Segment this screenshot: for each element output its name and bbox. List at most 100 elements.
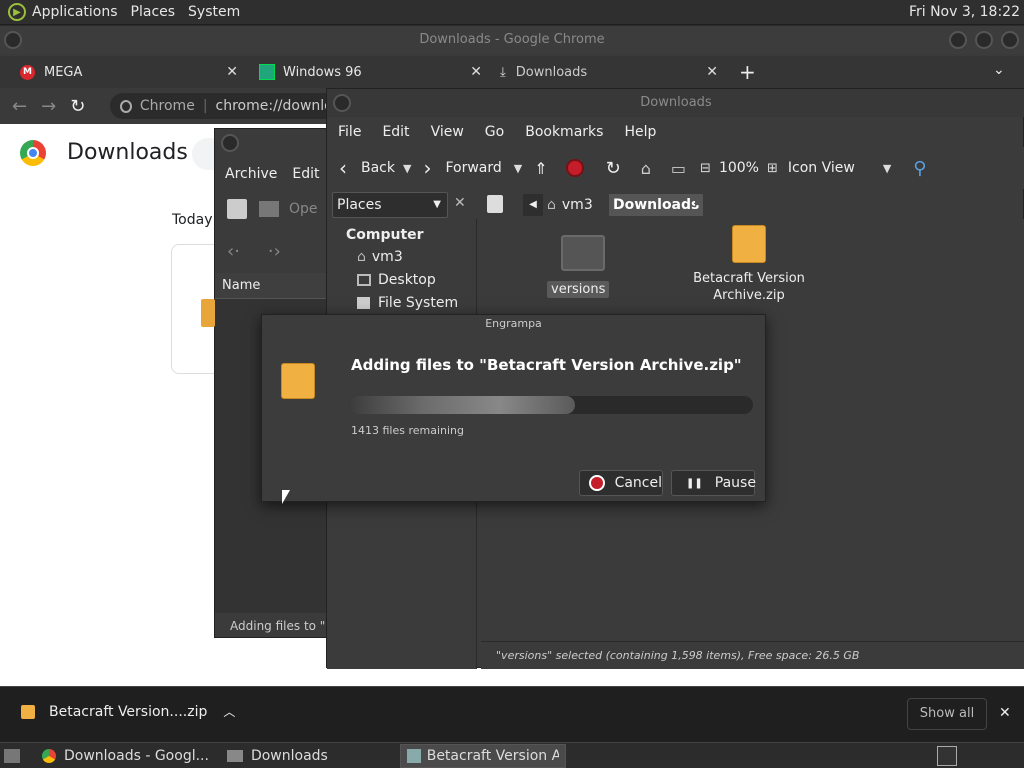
tab-downloads[interactable]: ⤓ Downloads ✕	[490, 56, 726, 88]
download-icon: ⤓	[500, 64, 506, 80]
stop-icon	[589, 475, 605, 491]
forward-history-icon[interactable]: ▼	[514, 162, 522, 175]
edit-location-icon[interactable]	[487, 195, 503, 213]
desktop-icon	[357, 274, 371, 286]
chevron-up-icon[interactable]: ︿	[223, 703, 235, 720]
breadcrumb-right-icon[interactable]: ▶	[695, 197, 703, 208]
tab-windows96[interactable]: Windows 96 ✕	[246, 56, 490, 88]
open-archive-icon[interactable]	[259, 201, 279, 217]
archive-icon	[21, 704, 35, 719]
menu-help[interactable]: Help	[624, 124, 656, 140]
back-icon[interactable]: ←	[12, 96, 27, 117]
minimize-icon[interactable]	[949, 31, 967, 49]
breadcrumb-downloads[interactable]: Downloads	[609, 194, 704, 216]
home-icon[interactable]: ⌂	[641, 159, 651, 178]
reload-icon[interactable]: ↻	[606, 158, 621, 179]
window-menu-icon[interactable]	[4, 31, 22, 49]
sidebar-item-vm3[interactable]: ⌂ vm3	[357, 249, 403, 265]
stop-icon[interactable]	[565, 159, 584, 177]
open-label[interactable]: Ope	[289, 201, 318, 217]
chevron-down-icon: ▼	[433, 199, 441, 210]
pause-icon: ❚❚	[686, 477, 703, 489]
menu-logo-icon[interactable]: ▶	[8, 3, 26, 21]
item-label: versions	[547, 281, 610, 298]
close-tab-icon[interactable]: ✕	[706, 64, 718, 80]
omnibox-separator: |	[202, 98, 208, 114]
pause-button[interactable]: ❚❚ Pause	[671, 470, 756, 496]
item-label: Betacraft Version Archive.zip	[693, 271, 805, 303]
zoom-level[interactable]: 100%	[719, 160, 759, 176]
forward-icon[interactable]: ›	[423, 156, 431, 180]
menu-edit[interactable]: Edit	[292, 166, 319, 182]
tab-mega[interactable]: M MEGA ✕	[0, 56, 246, 88]
back-icon[interactable]: ‹·	[227, 241, 240, 262]
reload-icon[interactable]: ↻	[70, 96, 85, 117]
task-label: Downloads	[250, 747, 328, 764]
menu-bookmarks[interactable]: Bookmarks	[525, 124, 603, 140]
home-icon: ⌂	[547, 197, 556, 213]
download-item[interactable]: Betacraft Version....zip ︿	[12, 703, 235, 720]
close-shelf-icon[interactable]: ✕	[999, 705, 1011, 721]
caja-menubar: File Edit View Go Bookmarks Help	[327, 119, 1024, 145]
menu-go[interactable]: Go	[485, 124, 504, 140]
file-item-zip[interactable]: Betacraft Version Archive.zip	[691, 225, 807, 315]
new-tab-icon[interactable]: +	[739, 60, 756, 84]
menu-archive[interactable]: Archive	[225, 166, 277, 182]
cancel-button[interactable]: Cancel	[579, 470, 663, 496]
menu-view[interactable]: View	[431, 124, 464, 140]
zoom-out-icon[interactable]: ⊟	[700, 161, 711, 176]
caja-status: "versions" selected (containing 1,598 it…	[481, 641, 1024, 669]
forward-button[interactable]: Forward	[445, 160, 501, 176]
new-archive-icon[interactable]	[227, 199, 247, 219]
chrome-logo-icon	[20, 140, 46, 166]
drive-icon	[357, 297, 370, 309]
breadcrumb-left-icon[interactable]: ◀	[523, 194, 543, 216]
workspace-switcher[interactable]	[937, 746, 957, 766]
places-dropdown[interactable]: Places ▼	[332, 192, 448, 218]
back-icon[interactable]: ‹	[339, 156, 347, 180]
up-icon[interactable]: ⇑	[534, 159, 547, 178]
menu-edit[interactable]: Edit	[382, 124, 409, 140]
close-tab-icon[interactable]: ✕	[470, 64, 482, 80]
pause-label: Pause	[714, 475, 756, 491]
folder-item-versions[interactable]: versions	[541, 229, 627, 309]
forward-icon[interactable]: →	[41, 96, 56, 117]
archive-manager-icon	[406, 748, 421, 763]
sidebar-item-desktop[interactable]: Desktop	[357, 272, 436, 288]
view-selector[interactable]: Icon View	[788, 160, 855, 176]
view-dropdown-icon[interactable]: ▼	[883, 162, 891, 175]
places-menu[interactable]: Places	[131, 4, 176, 20]
window-menu-icon[interactable]	[333, 94, 351, 112]
close-icon[interactable]	[1001, 31, 1019, 49]
window-menu-icon[interactable]	[221, 134, 239, 152]
sidebar-item-label: vm3	[371, 249, 403, 265]
close-sidebar-icon[interactable]: ✕	[454, 195, 466, 211]
applications-menu[interactable]: Applications	[32, 4, 118, 20]
home-folder-icon: ⌂	[357, 249, 366, 265]
close-tab-icon[interactable]: ✕	[226, 64, 238, 80]
windows96-icon	[259, 64, 275, 80]
omnibox[interactable]: Chrome | chrome://downloads	[110, 93, 340, 119]
file-icon	[201, 299, 215, 327]
back-history-icon[interactable]: ▼	[403, 162, 411, 175]
tab-search-icon[interactable]: ⌄	[993, 62, 1005, 78]
top-panel: ▶ Applications Places System Fri Nov 3, …	[0, 0, 1024, 25]
show-all-label: Show all	[919, 706, 975, 721]
system-menu[interactable]: System	[188, 4, 240, 20]
breadcrumb-vm3[interactable]: ⌂ vm3	[547, 194, 593, 216]
task-caja[interactable]: Downloads	[221, 744, 334, 768]
task-engrampa[interactable]: Betacraft Version Ar...	[399, 743, 566, 768]
tab-label: Downloads	[515, 64, 588, 80]
maximize-icon[interactable]	[975, 31, 993, 49]
computer-icon[interactable]: ▭	[671, 159, 686, 178]
zoom-in-icon[interactable]: ⊞	[767, 161, 778, 176]
task-chrome[interactable]: Downloads - Googl...	[36, 744, 215, 768]
forward-icon[interactable]: ·›	[268, 241, 281, 262]
search-icon[interactable]: ⚲	[913, 158, 926, 179]
show-desktop-icon[interactable]	[4, 748, 20, 763]
menu-file[interactable]: File	[338, 124, 361, 140]
sidebar-item-filesystem[interactable]: File System	[357, 295, 458, 311]
back-button[interactable]: Back	[361, 160, 395, 176]
show-all-button[interactable]: Show all	[907, 698, 987, 730]
clock[interactable]: Fri Nov 3, 18:22	[909, 4, 1020, 20]
